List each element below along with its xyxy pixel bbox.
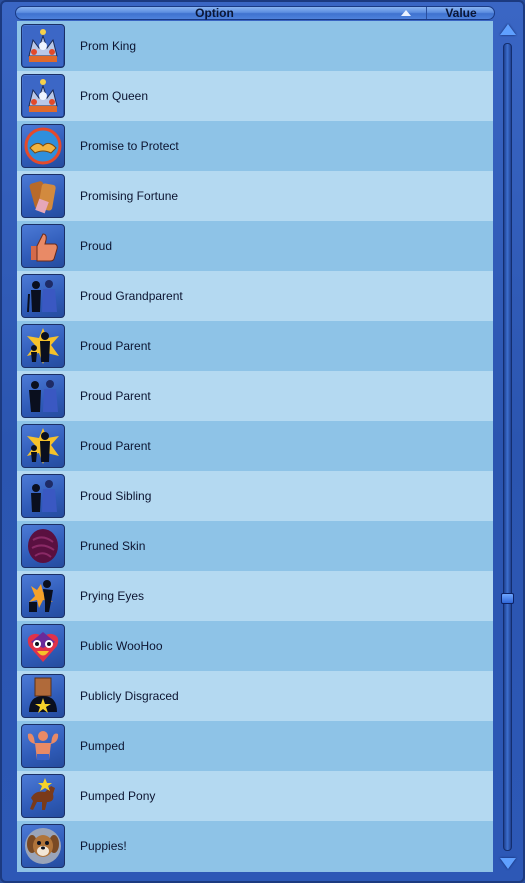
table-header: Option Value xyxy=(15,6,495,20)
bag-head-icon xyxy=(21,674,65,718)
crown-trophy-icon xyxy=(21,74,65,118)
list-item[interactable]: Prying Eyes xyxy=(17,571,493,621)
list-item-label: Prying Eyes xyxy=(80,589,145,603)
list-item-label: Proud Parent xyxy=(80,339,151,353)
list-item[interactable]: Proud Parent xyxy=(17,371,493,421)
options-list: Prom King Prom Queen Promise to Protect Pro… xyxy=(17,21,493,872)
list-item[interactable]: Prom Queen xyxy=(17,71,493,121)
list-item[interactable]: Pumped xyxy=(17,721,493,771)
list-item-label: Prom Queen xyxy=(80,89,149,103)
list-item[interactable]: Proud Parent xyxy=(17,421,493,471)
vertical-scrollbar[interactable] xyxy=(499,21,516,872)
list-item-label: Promise to Protect xyxy=(80,139,179,153)
peeping-figure-icon xyxy=(21,574,65,618)
arrow-down-icon xyxy=(499,858,516,869)
list-item-label: Promising Fortune xyxy=(80,189,179,203)
scroll-down-button[interactable] xyxy=(499,855,516,872)
list-item-label: Publicly Disgraced xyxy=(80,689,179,703)
list-item-label: Prom King xyxy=(80,39,137,53)
parents-silhouette-icon xyxy=(21,374,65,418)
list-item[interactable]: Proud Grandparent xyxy=(17,271,493,321)
list-item-label: Proud Parent xyxy=(80,389,151,403)
crown-trophy-icon xyxy=(21,24,65,68)
galloping-horse-icon xyxy=(21,774,65,818)
thumbs-up-icon xyxy=(21,224,65,268)
list-item-label: Pruned Skin xyxy=(80,539,146,553)
list-item[interactable]: Public WooHoo xyxy=(17,621,493,671)
list-item-label: Proud Grandparent xyxy=(80,289,183,303)
list-item-label: Proud xyxy=(80,239,113,253)
arrow-up-icon xyxy=(499,24,516,35)
list-item-label: Proud Parent xyxy=(80,439,151,453)
list-item[interactable]: Proud Sibling xyxy=(17,471,493,521)
options-panel: Option Value Prom King Prom Queen Promise … xyxy=(0,0,525,883)
scroll-up-button[interactable] xyxy=(499,21,516,38)
list-item-label: Proud Sibling xyxy=(80,489,152,503)
parent-child-star-icon xyxy=(21,324,65,368)
list-item[interactable]: Promise to Protect xyxy=(17,121,493,171)
puppy-face-icon xyxy=(21,824,65,868)
list-item[interactable]: Prom King xyxy=(17,21,493,71)
list-item-label: Pumped Pony xyxy=(80,789,156,803)
list-item-label: Puppies! xyxy=(80,839,127,853)
heart-face-icon xyxy=(21,624,65,668)
sort-ascending-icon[interactable] xyxy=(401,10,411,16)
list-item-label: Pumped xyxy=(80,739,125,753)
list-item[interactable]: Promising Fortune xyxy=(17,171,493,221)
list-item[interactable]: Proud xyxy=(17,221,493,271)
fortune-cards-icon xyxy=(21,174,65,218)
scroll-track[interactable] xyxy=(503,43,512,851)
list-item[interactable]: Proud Parent xyxy=(17,321,493,371)
scroll-thumb[interactable] xyxy=(501,592,514,604)
siblings-silhouette-icon xyxy=(21,474,65,518)
list-item-label: Public WooHoo xyxy=(80,639,163,653)
flexing-muscles-icon xyxy=(21,724,65,768)
list-item[interactable]: Pruned Skin xyxy=(17,521,493,571)
grandparents-silhouette-icon xyxy=(21,274,65,318)
list-item[interactable]: Publicly Disgraced xyxy=(17,671,493,721)
list-item[interactable]: Puppies! xyxy=(17,821,493,871)
value-column-header[interactable]: Value xyxy=(426,7,495,19)
wrinkled-skin-icon xyxy=(21,524,65,568)
parent-child-star-icon xyxy=(21,424,65,468)
option-column-header[interactable]: Option xyxy=(16,7,413,19)
list-item[interactable]: Pumped Pony xyxy=(17,771,493,821)
handshake-shield-icon xyxy=(21,124,65,168)
